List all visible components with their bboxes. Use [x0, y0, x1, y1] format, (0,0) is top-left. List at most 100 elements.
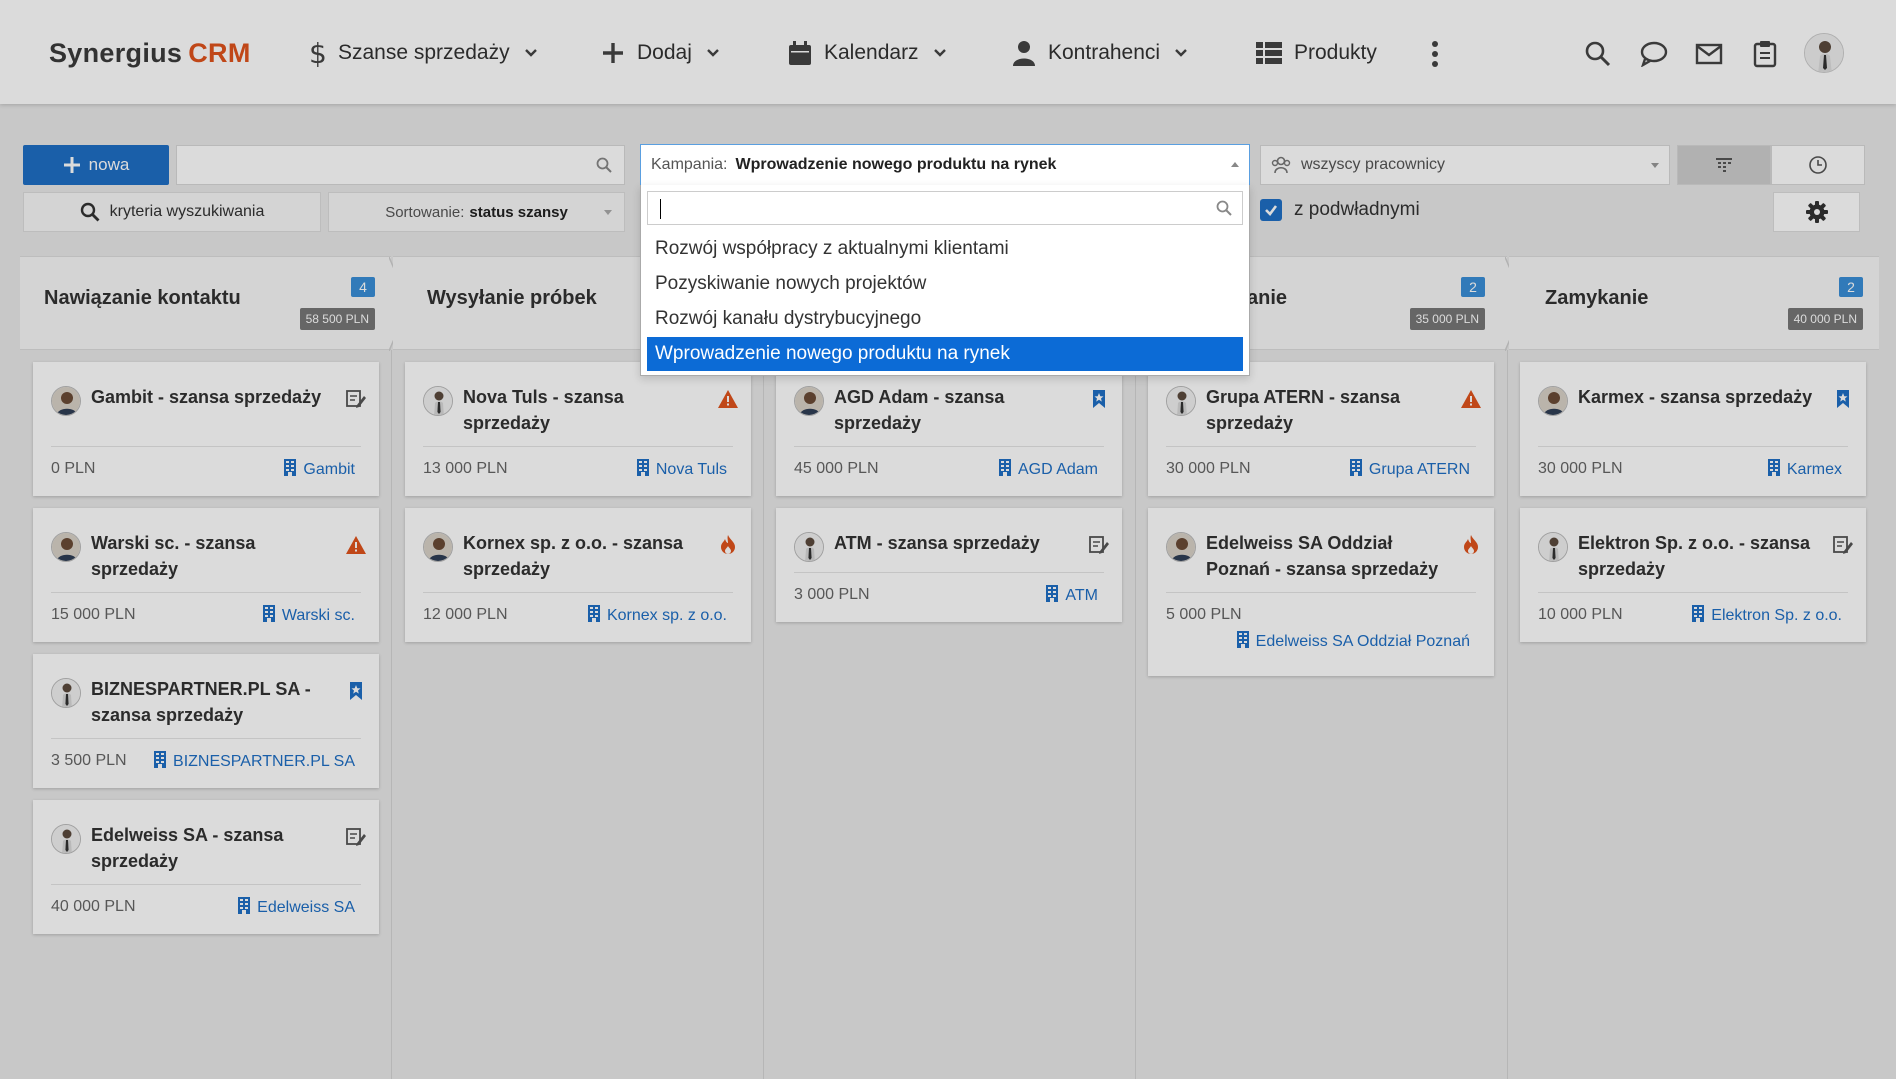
building-icon	[1236, 630, 1250, 653]
card-client-name: Edelweiss SA Oddział Poznań	[1255, 632, 1470, 650]
tasks-button[interactable]	[1749, 38, 1781, 70]
card-title[interactable]: Edelweiss SA - szansa sprzedaży	[91, 822, 331, 874]
list-icon	[1256, 42, 1282, 64]
opportunity-card[interactable]: AGD Adam - szansa sprzedaży 45 000 PLN AGD…	[776, 362, 1122, 496]
user-avatar[interactable]	[1804, 33, 1844, 73]
dropdown-option-selected[interactable]: Wprowadzenie nowego produktu na rynek	[647, 337, 1243, 371]
nav-add[interactable]: Dodaj	[601, 34, 720, 72]
board-settings-button[interactable]	[1773, 192, 1860, 232]
quick-search	[176, 145, 625, 185]
card-client-name: Warski sc.	[281, 606, 355, 624]
global-search-button[interactable]	[1582, 38, 1614, 70]
card-client-link[interactable]: Elektron Sp. z o.o.	[1691, 604, 1842, 627]
card-amount: 12 000 PLN	[423, 606, 508, 623]
card-title[interactable]: Warski sc. - szansa sprzedaży	[91, 530, 331, 582]
employees-select-label: wszyscy pracownicy	[1301, 156, 1446, 173]
chevron-down-icon	[1175, 49, 1187, 57]
opportunity-card[interactable]: Elektron Sp. z o.o. - szansa sprzedaży 10…	[1520, 508, 1866, 642]
card-client-link[interactable]: Grupa ATERN	[1349, 458, 1470, 481]
subordinates-checkbox[interactable]: z podwładnymi	[1260, 199, 1420, 221]
card-client-link[interactable]: BIZNESPARTNER.PL SA	[153, 750, 355, 773]
opportunity-card[interactable]: Gambit - szansa sprzedaży 0 PLN Gambit	[33, 362, 379, 496]
card-title[interactable]: AGD Adam - szansa sprzedaży	[834, 384, 1074, 436]
quick-search-input[interactable]	[177, 146, 577, 184]
search-icon[interactable]	[596, 157, 612, 173]
chat-button[interactable]	[1638, 38, 1670, 70]
new-opportunity-label: nowa	[88, 155, 130, 174]
card-client-link[interactable]: Kornex sp. z o.o.	[587, 604, 727, 627]
campaign-select[interactable]: Kampania: Wprowadzenie nowego produktu n…	[640, 144, 1250, 186]
stage-title: Nawiązanie kontaktu	[44, 287, 241, 309]
plus-icon	[63, 157, 80, 173]
building-icon	[262, 604, 276, 627]
nav-sales[interactable]: $ Szanse sprzedaży	[306, 34, 538, 72]
card-client-link[interactable]: Edelweiss SA	[237, 896, 355, 919]
card-client-name: AGD Adam	[1017, 460, 1098, 478]
nav-products[interactable]: Produkty	[1256, 34, 1377, 72]
dropdown-option[interactable]: Pozyskiwanie nowych projektów	[647, 267, 1243, 301]
card-client-link[interactable]: Edelweiss SA Oddział Poznań	[1236, 630, 1470, 653]
opportunity-card[interactable]: Edelweiss SA - szansa sprzedaży 40 000 PL…	[33, 800, 379, 934]
column-separator	[391, 350, 392, 1079]
stage-count-badge: 2	[1839, 277, 1863, 297]
more-menu-button[interactable]	[1419, 38, 1451, 70]
caret-up-icon	[1231, 162, 1239, 167]
card-title[interactable]: Grupa ATERN - szansa sprzedaży	[1206, 384, 1446, 436]
card-amount: 10 000 PLN	[1538, 606, 1623, 623]
card-title[interactable]: ATM - szansa sprzedaży	[834, 530, 1094, 556]
card-title[interactable]: Elektron Sp. z o.o. - szansa sprzedaży	[1578, 530, 1818, 582]
new-opportunity-button[interactable]: nowa	[23, 145, 169, 185]
warning-icon	[345, 534, 367, 556]
mail-button[interactable]	[1693, 38, 1725, 70]
card-title[interactable]: Kornex sp. z o.o. - szansa sprzedaży	[463, 530, 703, 582]
opportunity-card[interactable]: BIZNESPARTNER.PL SA - szansa sprzedaży 3 …	[33, 654, 379, 788]
nav-calendar[interactable]: Kalendarz	[788, 34, 947, 72]
employees-select[interactable]: wszyscy pracownicy	[1260, 145, 1670, 185]
card-title[interactable]: Nova Tuls - szansa sprzedaży	[463, 384, 703, 436]
avatar	[1166, 386, 1196, 416]
opportunity-card[interactable]: Warski sc. - szansa sprzedaży 15 000 PLN W…	[33, 508, 379, 642]
nav-contractors[interactable]: Kontrahenci	[1012, 34, 1188, 72]
card-divider	[1166, 592, 1476, 593]
campaign-prefix: Kampania:	[651, 156, 728, 173]
card-divider	[794, 446, 1104, 447]
card-client-link[interactable]: Gambit	[283, 458, 355, 481]
nav-contractors-label: Kontrahenci	[1048, 41, 1161, 64]
stage-count-badge: 2	[1461, 277, 1485, 297]
card-title[interactable]: Karmex - szansa sprzedaży	[1578, 384, 1818, 410]
stage-sum-badge: 35 000 PLN	[1409, 308, 1485, 330]
calendar-icon	[789, 41, 811, 65]
card-amount: 5 000 PLN	[1166, 606, 1242, 623]
bookmark-icon	[1832, 388, 1854, 410]
building-icon	[1045, 584, 1059, 607]
nav-products-label: Produkty	[1294, 41, 1377, 64]
dropdown-option[interactable]: Rozwój kanału dystrybucyjnego	[647, 302, 1243, 336]
card-client-link[interactable]: Warski sc.	[262, 604, 355, 627]
view-kanban-button[interactable]	[1677, 145, 1771, 185]
card-title[interactable]: BIZNESPARTNER.PL SA - szansa sprzedaży	[91, 676, 331, 728]
card-client-link[interactable]: AGD Adam	[998, 458, 1098, 481]
app-logo[interactable]: Synergius CRM	[49, 38, 251, 69]
opportunity-card[interactable]: Kornex sp. z o.o. - szansa sprzedaży 12 0…	[405, 508, 751, 642]
card-title[interactable]: Gambit - szansa sprzedaży	[91, 384, 331, 410]
card-amount: 3 500 PLN	[51, 752, 127, 769]
column-separator	[1135, 350, 1136, 1079]
card-client-link[interactable]: Karmex	[1767, 458, 1842, 481]
opportunity-card[interactable]: Karmex - szansa sprzedaży 30 000 PLN Karme…	[1520, 362, 1866, 496]
card-client-link[interactable]: Nova Tuls	[636, 458, 727, 481]
card-client-name: Kornex sp. z o.o.	[606, 606, 727, 624]
dropdown-search-input[interactable]	[648, 192, 1208, 224]
opportunity-card[interactable]: Nova Tuls - szansa sprzedaży 13 000 PLN No…	[405, 362, 751, 496]
opportunity-card[interactable]: ATM - szansa sprzedaży 3 000 PLN ATM	[776, 508, 1122, 622]
opportunity-card[interactable]: Edelweiss SA Oddział Poznań - szansa spr…	[1148, 508, 1494, 676]
card-divider	[51, 884, 361, 885]
sort-select[interactable]: Sortowanie: status szansy	[328, 192, 625, 232]
chevron-down-icon	[707, 49, 719, 57]
search-criteria-button[interactable]: kryteria wyszukiwania	[23, 192, 321, 232]
dropdown-option[interactable]: Rozwój współpracy z aktualnymi klientami	[647, 232, 1243, 266]
card-title[interactable]: Edelweiss SA Oddział Poznań - szansa spr…	[1206, 530, 1446, 582]
opportunity-card[interactable]: Grupa ATERN - szansa sprzedaży 30 000 PLN…	[1148, 362, 1494, 496]
card-client-link[interactable]: ATM	[1045, 584, 1098, 607]
stage-header: Zamykanie 2 40 000 PLN	[1509, 256, 1879, 350]
view-timeline-button[interactable]	[1771, 145, 1865, 185]
